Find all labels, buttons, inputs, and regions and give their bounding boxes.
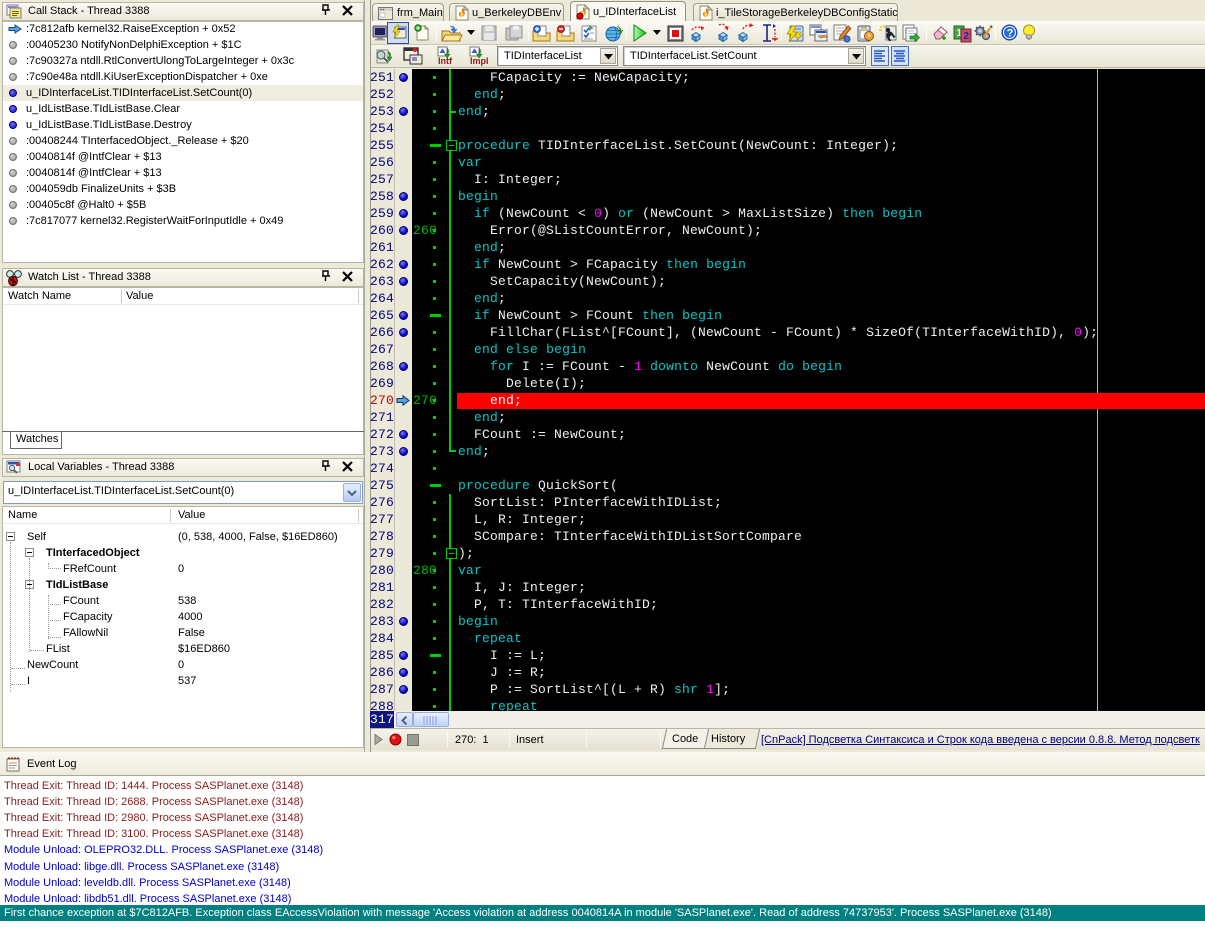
svg-text:?: ? <box>1007 28 1014 40</box>
svg-text:2: 2 <box>964 31 970 42</box>
